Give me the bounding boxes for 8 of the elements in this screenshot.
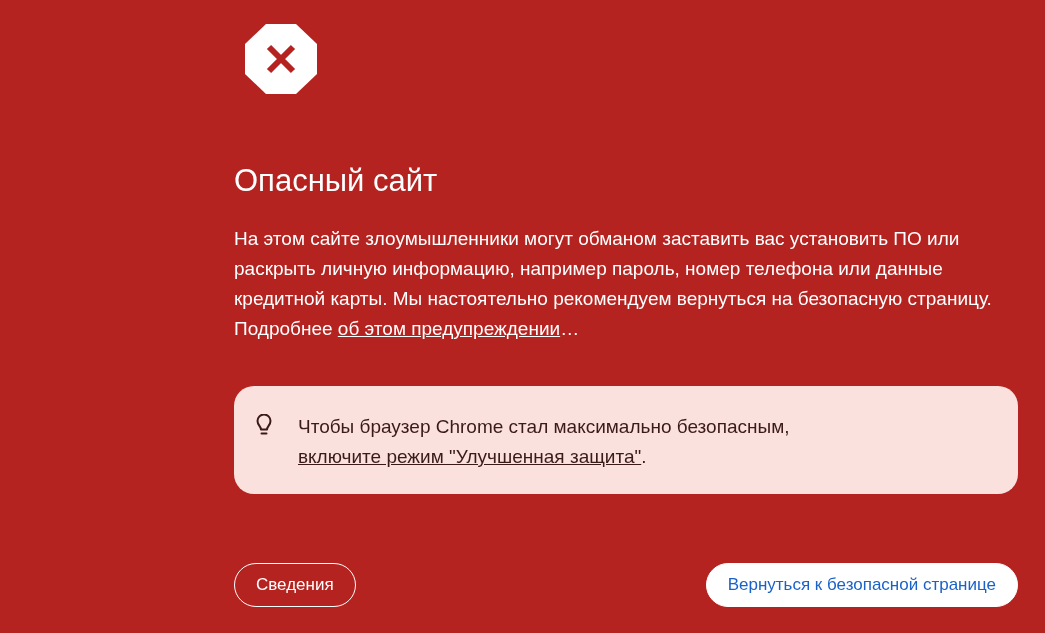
warning-octagon-icon: [245, 24, 317, 94]
learn-more-link[interactable]: об этом предупреждении: [337, 318, 561, 339]
lightbulb-icon: [256, 414, 272, 436]
back-to-safety-button[interactable]: Вернуться к безопасной странице: [705, 563, 1018, 607]
enhanced-protection-link[interactable]: включите режим "Улучшенная защита": [298, 446, 642, 467]
tip-text: Чтобы браузер Chrome стал максимально безопасным, включите режим "Улучшенная защита".: [298, 415, 791, 469]
page-heading: Опасный сайт: [234, 162, 438, 200]
warning-paragraph: На этом сайте злоумышленники могут обманом заставить вас установить ПО или раскрыть личную информацию, например пароль, номер телефона или данные кредитной карты. Мы настоятельно рекомендуем вернуться на безопасную страницу. Подробнее об этом предупреждении…: [234, 227, 993, 341]
